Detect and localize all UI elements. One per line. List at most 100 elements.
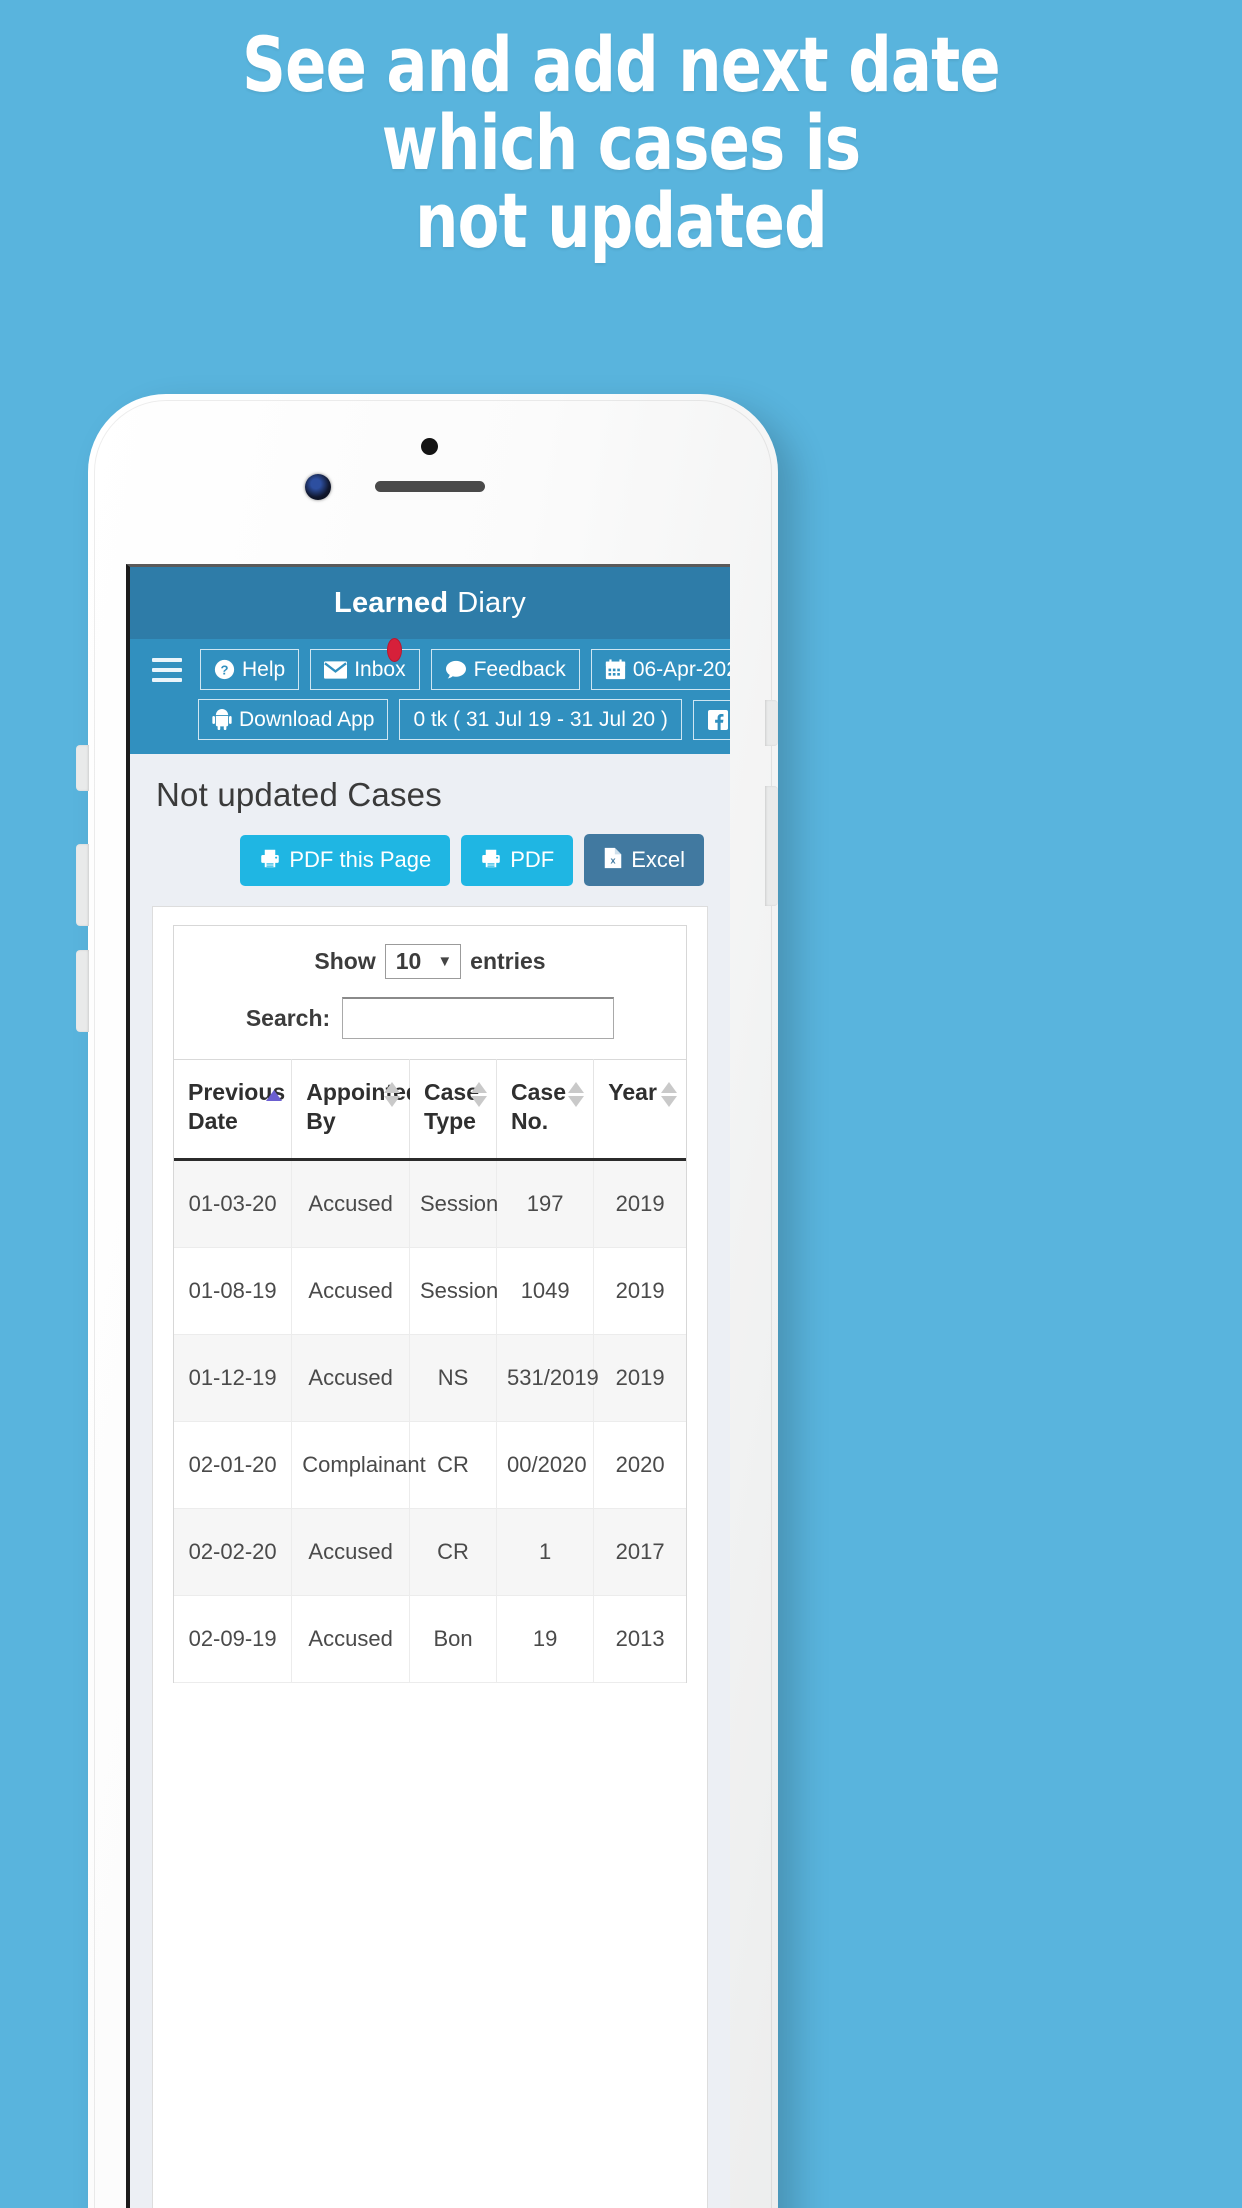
table-header-row: Previous Date Appointed By Case Type Cas…: [174, 1059, 686, 1161]
table-cell: 1049: [496, 1247, 595, 1335]
mute-switch[interactable]: [76, 745, 89, 791]
table-cell: Accused: [291, 1247, 410, 1335]
table-cell: 02-02-20: [174, 1508, 293, 1596]
table-cell: 19: [496, 1595, 595, 1683]
table-cell: Accused: [291, 1334, 410, 1422]
table-cell: 2013: [593, 1595, 686, 1683]
promo-headline: See and add next date which cases is not…: [124, 26, 1118, 260]
column-header-previous-date-label: Previous Date: [188, 1079, 286, 1134]
column-header-appointed-by[interactable]: Appointed By: [291, 1059, 420, 1161]
navbar-row-secondary: Download App 0 tk ( 31 Jul 19 - 31 Jul 2…: [130, 699, 730, 740]
volume-down-button[interactable]: [76, 950, 89, 1032]
sort-indicator-ascending-icon: [266, 1090, 283, 1101]
table-cell: Session: [409, 1159, 498, 1248]
excel-button[interactable]: x Excel: [584, 834, 704, 886]
sort-indicator-icon: [661, 1082, 677, 1107]
sort-indicator-icon: [471, 1082, 488, 1107]
export-action-row: PDF this Page PDF x Excel: [156, 834, 704, 886]
column-header-previous-date[interactable]: Previous Date: [174, 1059, 293, 1161]
table-cell: 2017: [593, 1508, 686, 1596]
svg-text:?: ?: [220, 662, 228, 677]
table-row[interactable]: 02-02-20 Accused CR 1 2017: [174, 1508, 686, 1596]
app-title-strong: Learned: [334, 586, 449, 619]
table-cell: 01-08-19: [174, 1247, 293, 1335]
table-row[interactable]: 01-08-19 Accused Session 1049 2019: [174, 1247, 686, 1335]
power-button[interactable]: [765, 700, 778, 746]
nav-button-help[interactable]: ? Help: [200, 649, 300, 690]
page-title: Not updated Cases: [156, 776, 442, 813]
table-cell: 2019: [593, 1159, 686, 1248]
front-camera-icon: [305, 474, 331, 500]
table-cell: 1: [496, 1508, 595, 1596]
headline-line-1: See and add next date: [242, 20, 1000, 109]
inbox-badge: [386, 638, 402, 662]
nav-button-facebook[interactable]: [692, 699, 730, 740]
table-card-wrapper: Show 10 ▼ entries Search: Previous Date …: [130, 906, 730, 2208]
table-cell: 00/2020: [496, 1421, 595, 1509]
app-title-light: Diary: [457, 586, 526, 619]
chevron-down-icon: ▼: [437, 953, 453, 970]
nav-button-balance[interactable]: 0 tk ( 31 Jul 19 - 31 Jul 20 ): [399, 699, 682, 740]
nav-button-help-label: Help: [242, 658, 286, 681]
column-header-year-label: Year: [608, 1079, 657, 1105]
table-row[interactable]: 01-12-19 Accused NS 531/2019 2019: [174, 1334, 686, 1422]
table-cell: 02-09-19: [174, 1595, 293, 1683]
table-cell: Accused: [291, 1159, 410, 1248]
envelope-icon: [324, 660, 348, 679]
page-length-value: 10: [395, 948, 422, 974]
android-icon: [212, 709, 232, 730]
table-cell: 01-03-20: [174, 1159, 293, 1248]
nav-button-feedback[interactable]: Feedback: [430, 649, 580, 690]
column-header-case-no[interactable]: Case No.: [496, 1059, 595, 1161]
column-header-case-type[interactable]: Case Type: [409, 1059, 498, 1161]
cases-table-body: 01-03-20 Accused Session 197 2019 01-08-19 Acc…: [174, 1159, 686, 1683]
column-header-appointed-by-label: Appointed By: [306, 1079, 420, 1134]
nav-button-inbox-label: Inbox: [354, 658, 406, 681]
pdf-button[interactable]: PDF: [461, 834, 574, 886]
table-card: Show 10 ▼ entries Search: Previous Date …: [152, 906, 708, 2208]
navbar-row-primary: ? Help Inbox Feedback 06-Apr-20: [130, 638, 730, 690]
datatable: Show 10 ▼ entries Search: Previous Date …: [173, 925, 687, 1683]
table-row[interactable]: 01-03-20 Accused Session 197 2019: [174, 1159, 686, 1248]
file-excel-icon: x: [603, 847, 623, 873]
table-cell: 02-01-20: [174, 1421, 293, 1509]
pdf-this-page-label: PDF this Page: [289, 847, 432, 872]
table-cell: Accused: [291, 1595, 410, 1683]
pdf-label: PDF: [510, 847, 555, 872]
table-cell: Accused: [291, 1508, 410, 1596]
nav-button-date[interactable]: 06-Apr-2020: [590, 649, 730, 690]
sort-indicator-icon: [384, 1082, 400, 1107]
headline-line-3: not updated: [415, 176, 827, 265]
table-cell: 531/2019: [496, 1334, 599, 1422]
datatable-filter-control: Search:: [174, 987, 686, 1059]
question-circle-icon: ?: [214, 659, 235, 680]
pdf-this-page-button[interactable]: PDF this Page: [240, 834, 451, 886]
show-label: Show: [314, 948, 376, 974]
hamburger-icon[interactable]: [152, 657, 182, 682]
printer-icon: [259, 848, 281, 873]
volume-up-button[interactable]: [76, 844, 89, 926]
nav-button-download-app-label: Download App: [239, 708, 375, 731]
page-length-select[interactable]: 10 ▼: [384, 944, 462, 979]
nav-button-date-label: 06-Apr-2020: [632, 658, 730, 681]
table-cell: 01-12-19: [174, 1334, 293, 1422]
sort-indicator-icon: [568, 1082, 585, 1107]
search-input[interactable]: [342, 997, 615, 1039]
table-cell: CR: [409, 1508, 498, 1596]
headline-line-2: which cases is: [381, 98, 861, 187]
column-header-case-no-label: Case No.: [511, 1079, 567, 1134]
phone-screen: Learned Diary ? Help Inbox Feedback 06-A…: [126, 564, 730, 2208]
table-cell: 197: [496, 1159, 595, 1248]
app-titlebar: Learned Diary: [130, 567, 730, 639]
column-header-year[interactable]: Year: [593, 1059, 686, 1161]
power-button-secondary[interactable]: [765, 786, 778, 906]
table-cell: Complainant: [291, 1421, 426, 1509]
table-cell: 2020: [593, 1421, 686, 1509]
printer-icon: [480, 848, 502, 873]
table-cell: 2019: [593, 1247, 686, 1335]
earpiece-speaker: [375, 481, 485, 492]
nav-button-download-app[interactable]: Download App: [198, 699, 389, 740]
table-row[interactable]: 02-09-19 Accused Bon 19 2013: [174, 1595, 686, 1683]
table-row[interactable]: 02-01-20 Complainant CR 00/2020 2020: [174, 1421, 686, 1509]
nav-button-inbox[interactable]: Inbox: [310, 638, 420, 690]
